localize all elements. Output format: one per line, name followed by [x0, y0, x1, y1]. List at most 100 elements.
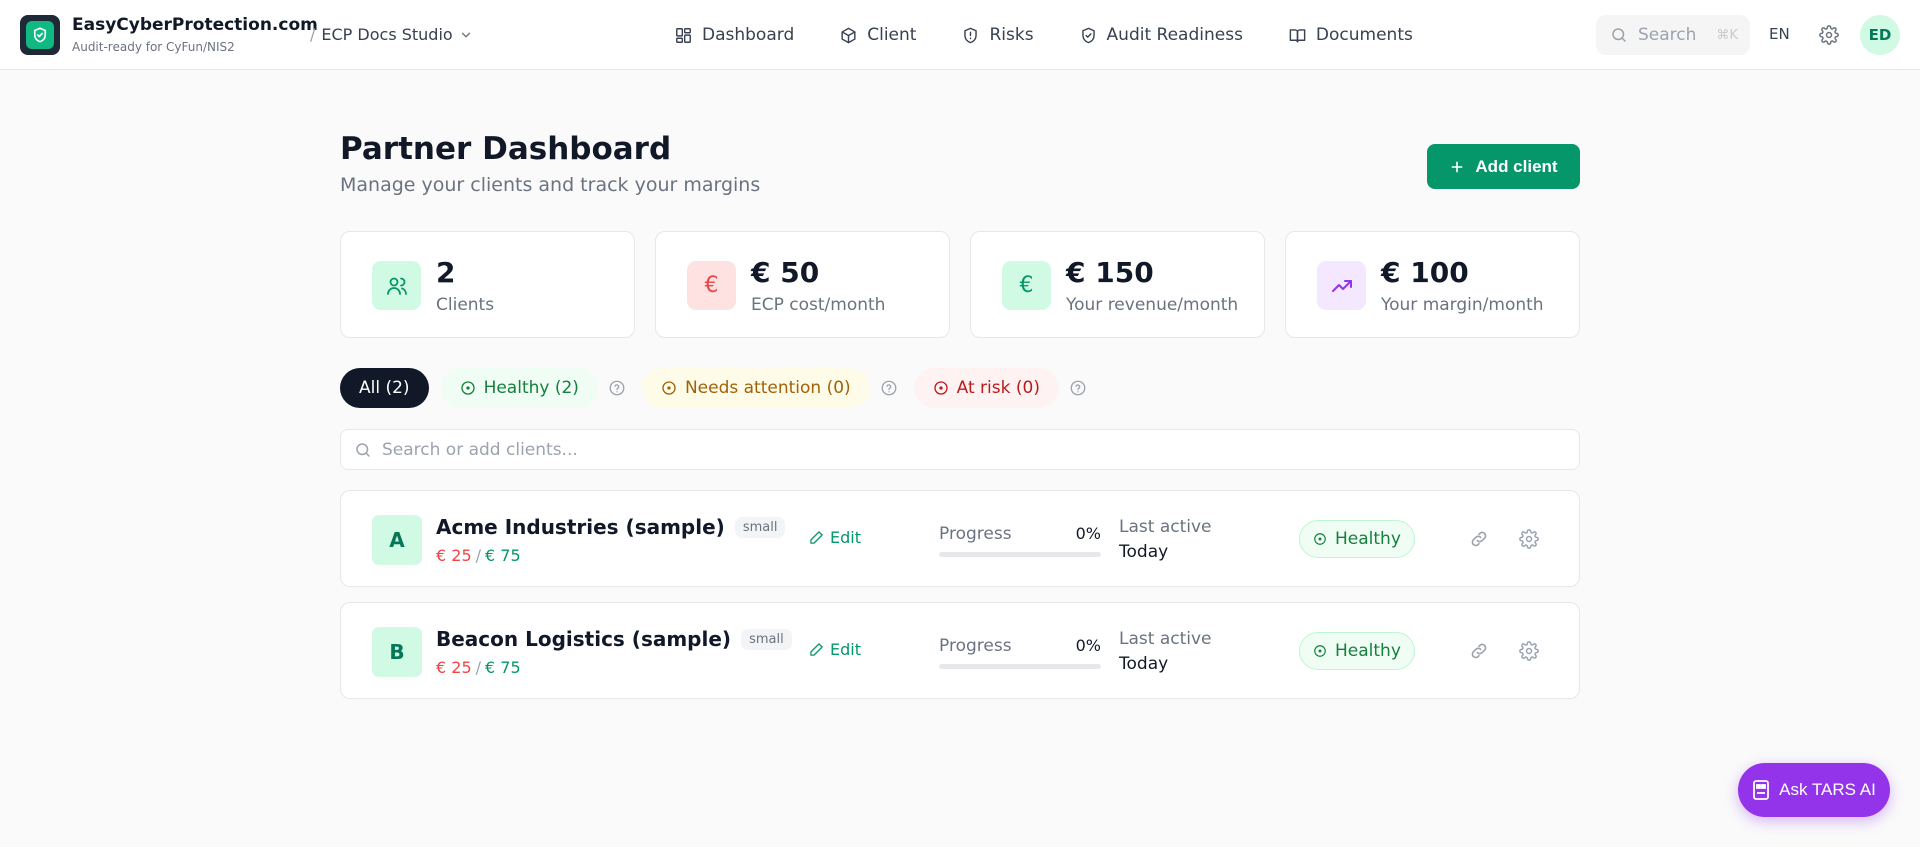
client-search-input[interactable] — [382, 439, 1562, 460]
stat-icon-box — [372, 261, 421, 310]
last-active-label: Last active — [1119, 629, 1212, 649]
shield-check-icon — [1081, 27, 1095, 43]
client-cost: € 25 — [436, 546, 472, 565]
workspace-name: ECP Docs Studio — [321, 25, 453, 44]
stat-icon-box: € — [1002, 261, 1051, 310]
stat-value: € 50 — [751, 256, 820, 289]
nav-documents[interactable]: Documents — [1288, 25, 1413, 45]
client-pricing: € 25/€ 75 — [436, 658, 521, 677]
client-revenue: € 75 — [485, 658, 521, 677]
nav-audit-readiness[interactable]: Audit Readiness — [1079, 25, 1243, 45]
edit-label: Edit — [830, 640, 861, 659]
link-icon[interactable] — [1469, 641, 1489, 661]
client-row[interactable]: A Acme Industries (sample) small € 25/€ … — [340, 490, 1580, 587]
add-client-label: Add client — [1475, 156, 1558, 176]
client-pricing: € 25/€ 75 — [436, 546, 521, 565]
circle-dot-icon — [662, 381, 676, 395]
book-open-icon — [1289, 28, 1306, 43]
stat-value: € 150 — [1066, 256, 1154, 289]
box-icon — [841, 27, 856, 43]
status-badge: Healthy — [1299, 632, 1415, 670]
progress-label: Progress — [939, 524, 1012, 544]
shield-alert-icon — [964, 27, 978, 43]
progress-value: 0% — [1075, 636, 1101, 655]
stat-label: Clients — [436, 295, 495, 315]
client-revenue: € 75 — [485, 546, 521, 565]
ask-ai-button[interactable]: Ask TARS AI — [1738, 763, 1890, 817]
help-circle-icon[interactable] — [880, 379, 898, 397]
filter-all-label: All (2) — [359, 378, 410, 398]
stat-card-margin: € 100 Your margin/month — [1285, 231, 1580, 338]
workspace-switcher[interactable]: / ECP Docs Studio — [310, 25, 473, 44]
circle-dot-icon — [1314, 533, 1326, 545]
robot-icon — [1753, 780, 1770, 800]
search-shortcut: ⌘K — [1716, 27, 1738, 43]
nav-client[interactable]: Client — [839, 25, 916, 45]
global-search[interactable]: Search ⌘K — [1596, 15, 1750, 55]
client-name: Acme Industries (sample) — [436, 515, 725, 539]
client-search — [340, 429, 1580, 470]
filter-healthy-label: Healthy (2) — [483, 378, 579, 398]
stat-label: Your revenue/month — [1066, 295, 1239, 315]
page-title: Partner Dashboard — [340, 131, 672, 167]
global-search-placeholder: Search — [1638, 25, 1697, 45]
nav-dashboard[interactable]: Dashboard — [674, 25, 794, 45]
add-client-button[interactable]: Add client — [1427, 144, 1580, 189]
settings-gear-icon[interactable] — [1519, 529, 1539, 549]
progress-bar — [939, 552, 1101, 557]
client-row[interactable]: B Beacon Logistics (sample) small € 25/€… — [340, 602, 1580, 699]
status-badge: Healthy — [1299, 520, 1415, 558]
settings-gear-icon[interactable] — [1519, 641, 1539, 661]
edit-label: Edit — [830, 528, 861, 547]
help-circle-icon[interactable] — [1069, 379, 1087, 397]
breadcrumb-separator: / — [310, 25, 316, 44]
stat-value: 2 — [436, 256, 456, 289]
last-active-value: Today — [1119, 654, 1169, 674]
filter-all[interactable]: All (2) — [340, 368, 429, 408]
app-logo[interactable] — [20, 15, 60, 55]
search-icon — [356, 442, 370, 457]
pencil-icon — [810, 643, 823, 656]
link-icon[interactable] — [1469, 529, 1489, 549]
filter-at-risk[interactable]: At risk (0) — [913, 368, 1059, 408]
shield-check-icon — [26, 21, 54, 49]
filter-healthy[interactable]: Healthy (2) — [440, 368, 598, 408]
filter-needs-attention[interactable]: Needs attention (0) — [641, 368, 870, 408]
nav-risks-label: Risks — [989, 25, 1034, 45]
status-filters: All (2) Healthy (2) Needs attention (0) … — [340, 368, 1103, 408]
edit-client-button[interactable]: Edit — [809, 640, 861, 659]
brand-name: EasyCyberProtection.com — [72, 15, 318, 35]
trending-up-icon — [1331, 279, 1352, 292]
euro-icon: € — [704, 273, 719, 298]
circle-dot-icon — [1314, 645, 1326, 657]
client-name-line: Beacon Logistics (sample) small — [436, 627, 792, 651]
pencil-icon — [810, 531, 823, 544]
circle-dot-icon — [933, 381, 948, 395]
top-bar: EasyCyberProtection.com Audit-ready for … — [0, 0, 1920, 70]
stat-card-clients: 2 Clients — [340, 231, 635, 338]
language-switcher[interactable]: EN — [1769, 25, 1790, 43]
stat-label: ECP cost/month — [751, 295, 886, 315]
chevron-down-icon — [461, 32, 470, 37]
client-avatar: A — [372, 515, 422, 565]
edit-client-button[interactable]: Edit — [809, 528, 861, 547]
stat-icon-box — [1317, 261, 1366, 310]
page-subtitle: Manage your clients and track your margi… — [340, 174, 761, 196]
help-circle-icon[interactable] — [608, 379, 626, 397]
filter-at-risk-label: At risk (0) — [956, 378, 1040, 398]
nav-dashboard-label: Dashboard — [702, 25, 795, 45]
search-icon — [1612, 28, 1626, 42]
client-avatar: B — [372, 627, 422, 677]
brand-tagline: Audit-ready for CyFun/NIS2 — [72, 40, 235, 54]
progress-bar — [939, 664, 1101, 669]
last-active-value: Today — [1119, 542, 1169, 562]
stat-label: Your margin/month — [1381, 295, 1544, 315]
nav-risks[interactable]: Risks — [961, 25, 1034, 45]
status-label: Healthy — [1335, 529, 1401, 549]
user-avatar[interactable]: ED — [1860, 15, 1900, 55]
plus-icon — [1451, 161, 1463, 172]
nav-documents-label: Documents — [1315, 25, 1413, 45]
progress-label: Progress — [939, 636, 1012, 656]
stat-card-ecp-cost: € € 50 ECP cost/month — [655, 231, 950, 338]
settings-gear-icon[interactable] — [1819, 25, 1839, 45]
